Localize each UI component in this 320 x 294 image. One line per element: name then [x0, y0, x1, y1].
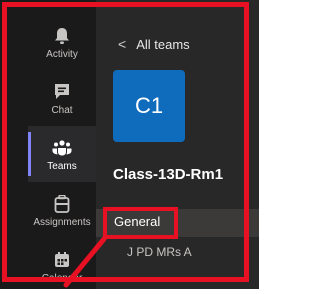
back-label: All teams [136, 36, 190, 52]
bell-icon [51, 25, 73, 47]
calendar-icon [51, 249, 73, 271]
chevron-left-icon: < [118, 36, 127, 52]
rail-item-assignments[interactable]: Assignments [28, 182, 96, 238]
rail-item-chat[interactable]: Chat [28, 70, 96, 126]
assignments-icon [51, 193, 73, 215]
team-avatar-text: C1 [134, 93, 164, 118]
rail-label-assignments: Assignments [33, 216, 91, 228]
teams-icon [51, 137, 73, 159]
rail-label-calendar: Calendar [41, 272, 83, 284]
team-name: Class-13D-Rm1 [113, 166, 224, 183]
channel-general[interactable]: General [114, 214, 160, 229]
rail-item-teams[interactable]: Teams [28, 126, 96, 182]
chat-icon [51, 81, 73, 103]
channel-item[interactable]: J PD MRs A [127, 245, 192, 259]
teams-app: Activity Chat Teams Assignments Calendar… [0, 0, 259, 289]
back-to-all-teams[interactable]: < All teams [118, 36, 190, 52]
rail-label-teams: Teams [47, 160, 77, 172]
rail-label-activity: Activity [46, 48, 78, 60]
rail-item-calendar[interactable]: Calendar [28, 238, 96, 294]
rail-item-activity[interactable]: Activity [28, 14, 96, 70]
team-avatar-tile[interactable]: C1 [113, 70, 185, 142]
rail-label-chat: Chat [51, 104, 73, 116]
app-rail: Activity Chat Teams Assignments Calendar [0, 0, 96, 289]
